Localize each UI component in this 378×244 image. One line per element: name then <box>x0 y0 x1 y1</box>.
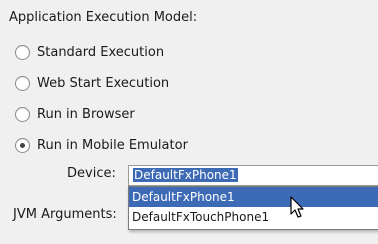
device-label: Device: <box>67 166 116 181</box>
radio-button-selected-icon[interactable] <box>15 137 30 153</box>
device-dropdown-list[interactable]: DefaultFxPhone1 DefaultFxTouchPhone1 <box>128 186 378 230</box>
radio-button-icon[interactable] <box>15 75 30 91</box>
section-title: Application Execution Model: <box>9 10 198 25</box>
device-combobox-value: DefaultFxPhone1 <box>133 168 238 182</box>
radio-standard-execution[interactable]: Standard Execution <box>15 42 164 62</box>
arrow-cursor-icon <box>290 196 304 218</box>
radio-label: Web Start Execution <box>37 75 170 91</box>
radio-label: Standard Execution <box>37 44 165 60</box>
radio-web-start-execution[interactable]: Web Start Execution <box>15 73 169 93</box>
radio-label: Run in Mobile Emulator <box>37 137 188 153</box>
radio-run-in-browser[interactable]: Run in Browser <box>15 104 135 124</box>
device-combobox[interactable]: DefaultFxPhone1 <box>128 165 378 186</box>
radio-label: Run in Browser <box>37 106 135 122</box>
dropdown-option-defaultfxphone1[interactable]: DefaultFxPhone1 <box>129 187 378 207</box>
radio-button-icon[interactable] <box>15 44 30 60</box>
dropdown-option-defaultfxtouchphone1[interactable]: DefaultFxTouchPhone1 <box>129 207 378 227</box>
jvm-arguments-label: JVM Arguments: <box>13 207 117 222</box>
radio-button-icon[interactable] <box>15 106 30 122</box>
radio-run-in-mobile-emulator[interactable]: Run in Mobile Emulator <box>15 135 188 155</box>
